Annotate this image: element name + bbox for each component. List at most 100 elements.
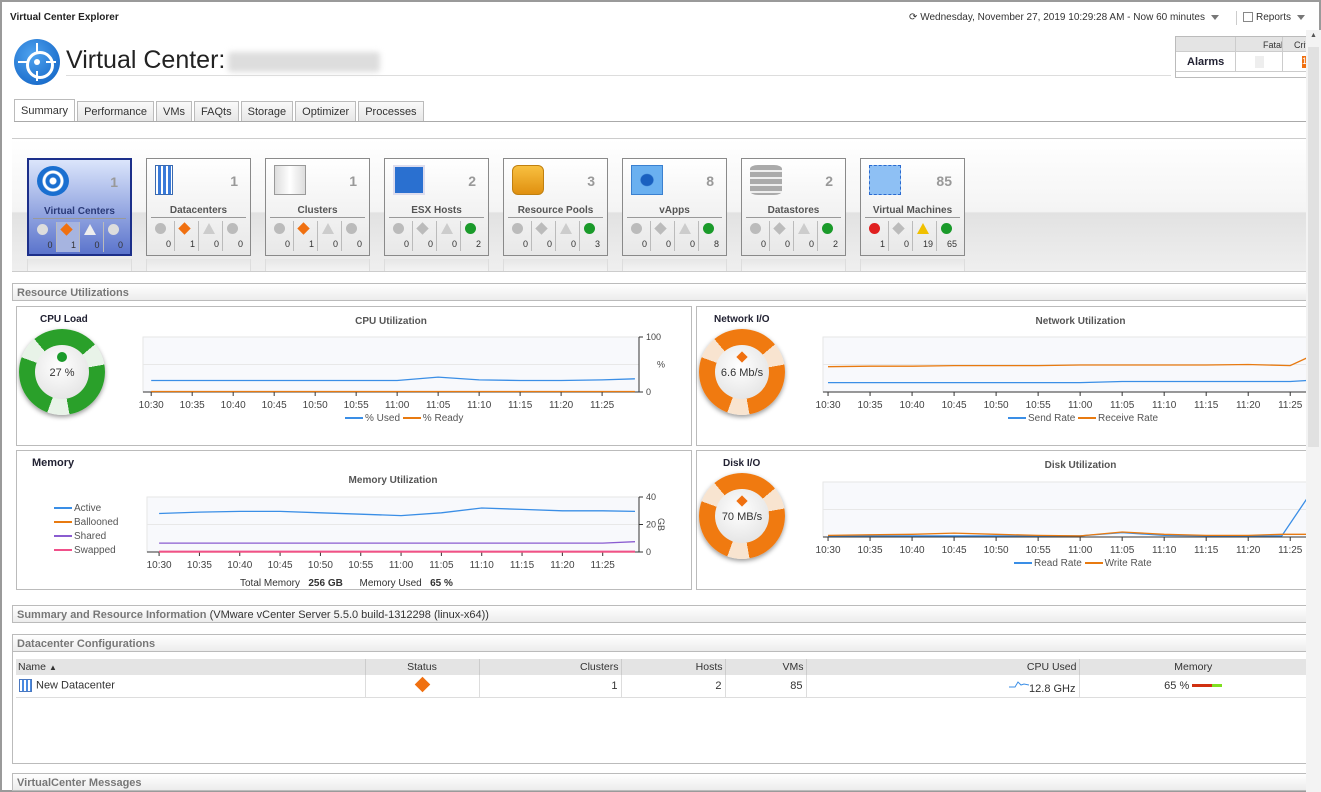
scroll-up-icon[interactable]: ▲ <box>1310 32 1317 39</box>
tile-esx-hosts[interactable]: 2 ESX Hosts 0 0 0 2 <box>384 158 489 256</box>
datacenter-name[interactable]: New Datacenter <box>36 680 115 692</box>
legend-label: Ballooned <box>74 517 119 528</box>
status-count-warning[interactable]: 0 <box>437 221 461 251</box>
time-range-selector[interactable]: ⟳ Wednesday, November 27, 2019 10:29:28 … <box>909 12 1219 23</box>
tab-processes[interactable]: Processes <box>358 101 424 121</box>
tile-virtual-centers[interactable]: 1 Virtual Centers 0 1 0 0 <box>27 158 132 256</box>
section-header-resource-utilizations[interactable]: Resource Utilizations <box>12 283 1308 301</box>
status-count: 8 <box>713 239 719 249</box>
status-count-ok[interactable]: 3 <box>580 221 603 251</box>
tab-optimizer[interactable]: Optimizer <box>295 101 357 121</box>
column-header-clusters[interactable]: Clusters <box>479 659 622 675</box>
vcenter-version: (VMware vCenter Server 5.5.0 build-13122… <box>209 609 489 621</box>
x-tick-label: 11:20 <box>1236 400 1261 411</box>
alarms-summary[interactable]: Fatal Criti Alarms 1 <box>1175 36 1310 78</box>
x-tick-label: 10:30 <box>816 400 841 411</box>
x-tick-label: 11:10 <box>470 560 495 571</box>
section-header-virtualcenter-messages[interactable]: VirtualCenter Messages <box>12 773 1308 791</box>
vms-value: 85 <box>725 675 807 698</box>
tile-reflection <box>622 259 727 271</box>
tile-clusters[interactable]: 1 Clusters 0 1 0 0 <box>265 158 370 256</box>
x-tick-label: 10:55 <box>344 400 369 411</box>
status-count-warning[interactable]: 0 <box>199 221 223 251</box>
tab-vms[interactable]: VMs <box>156 101 193 121</box>
column-header-memory[interactable]: Memory <box>1079 659 1308 675</box>
status-count-critical[interactable]: 0 <box>770 221 794 251</box>
status-count-warning[interactable]: 0 <box>80 222 104 252</box>
chevron-down-icon <box>1297 14 1305 20</box>
table-row[interactable]: New Datacenter 1 2 85 12.8 GHz 65 % <box>16 675 1308 698</box>
tile-reflection <box>384 259 489 271</box>
tile-resource-pools[interactable]: 3 Resource Pools 0 0 0 3 <box>503 158 608 256</box>
tab-performance[interactable]: Performance <box>77 101 155 121</box>
network-io-label: Network I/O <box>714 314 770 325</box>
x-tick-label: 11:10 <box>467 400 492 411</box>
fatal-count[interactable] <box>1255 56 1264 68</box>
datacenter-icon <box>19 679 32 693</box>
legend-label: Receive Rate <box>1098 413 1159 424</box>
status-count-fatal[interactable]: 1 <box>865 221 889 251</box>
x-tick-label: 10:30 <box>816 545 841 556</box>
tab-summary[interactable]: Summary <box>14 99 76 121</box>
status-count: 1 <box>70 240 76 250</box>
status-count: 3 <box>594 239 600 249</box>
section-header-summary[interactable]: Summary and Resource Information (VMware… <box>12 605 1308 623</box>
tile-vapps[interactable]: 8 vApps 0 0 0 8 <box>622 158 727 256</box>
status-count-warning[interactable]: 19 <box>913 221 937 251</box>
status-count-ok[interactable]: 65 <box>937 221 960 251</box>
status-count-warning[interactable]: 0 <box>675 221 699 251</box>
x-tick-label: 10:45 <box>268 560 293 571</box>
tab-faqts[interactable]: FAQts <box>194 101 239 121</box>
status-count-critical[interactable]: 0 <box>413 221 437 251</box>
status-count-fatal[interactable]: 0 <box>508 221 532 251</box>
status-count-critical[interactable]: 1 <box>56 222 80 252</box>
column-header-cpu-used[interactable]: CPU Used <box>806 659 1080 675</box>
status-count-ok[interactable]: 0 <box>342 221 365 251</box>
status-count-fatal[interactable]: 0 <box>151 221 175 251</box>
column-header-hosts[interactable]: Hosts <box>621 659 726 675</box>
total-memory-label: Total Memory <box>240 578 301 589</box>
tile-datastores[interactable]: 2 Datastores 0 0 0 2 <box>741 158 846 256</box>
column-header-name[interactable]: Name ▲ <box>16 659 366 675</box>
section-header-datacenter-configurations[interactable]: Datacenter Configurations <box>12 634 1308 652</box>
status-count-critical[interactable]: 1 <box>175 221 199 251</box>
column-header-status[interactable]: Status <box>365 659 480 675</box>
scrollbar-thumb[interactable] <box>1308 47 1319 447</box>
divider <box>1236 11 1237 25</box>
x-tick-label: 10:50 <box>308 560 333 571</box>
status-count-ok[interactable]: 8 <box>699 221 722 251</box>
datacenter-icon <box>155 165 173 195</box>
tile-count: 2 <box>468 173 476 189</box>
status-count-ok[interactable]: 2 <box>818 221 841 251</box>
tile-datacenters[interactable]: 1 Datacenters 0 1 0 0 <box>146 158 251 256</box>
critical-icon <box>297 222 310 235</box>
status-count-fatal[interactable]: 0 <box>389 221 413 251</box>
x-tick-label: 11:20 <box>550 560 575 571</box>
chart-title: CPU Utilization <box>355 316 427 327</box>
status-count-fatal[interactable]: 0 <box>33 222 57 252</box>
status-count-fatal[interactable]: 0 <box>746 221 770 251</box>
status-count-critical[interactable]: 0 <box>651 221 675 251</box>
warning-icon <box>84 224 96 235</box>
column-header-vms[interactable]: VMs <box>725 659 807 675</box>
status-count-ok[interactable]: 2 <box>461 221 484 251</box>
cpu-load-value: 27 % <box>49 367 75 379</box>
status-count-fatal[interactable]: 0 <box>627 221 651 251</box>
status-count-warning[interactable]: 0 <box>794 221 818 251</box>
tab-storage[interactable]: Storage <box>240 101 294 121</box>
x-tick-label: 11:15 <box>510 560 535 571</box>
status-count-ok[interactable]: 0 <box>104 222 127 252</box>
status-count-fatal[interactable]: 0 <box>270 221 294 251</box>
status-count: 2 <box>475 239 481 249</box>
status-count-warning[interactable]: 0 <box>556 221 580 251</box>
status-count-critical[interactable]: 0 <box>889 221 913 251</box>
status-count-critical[interactable]: 1 <box>294 221 318 251</box>
status-count-ok[interactable]: 0 <box>223 221 246 251</box>
tile-count: 1 <box>110 174 118 190</box>
reports-menu[interactable]: Reports <box>1242 12 1305 23</box>
status-count-critical[interactable]: 0 <box>532 221 556 251</box>
tile-virtual-machines[interactable]: 85 Virtual Machines 1 0 19 65 <box>860 158 965 256</box>
tile-reflection <box>741 259 846 271</box>
disk-io-label: Disk I/O <box>723 458 761 469</box>
status-count-warning[interactable]: 0 <box>318 221 342 251</box>
